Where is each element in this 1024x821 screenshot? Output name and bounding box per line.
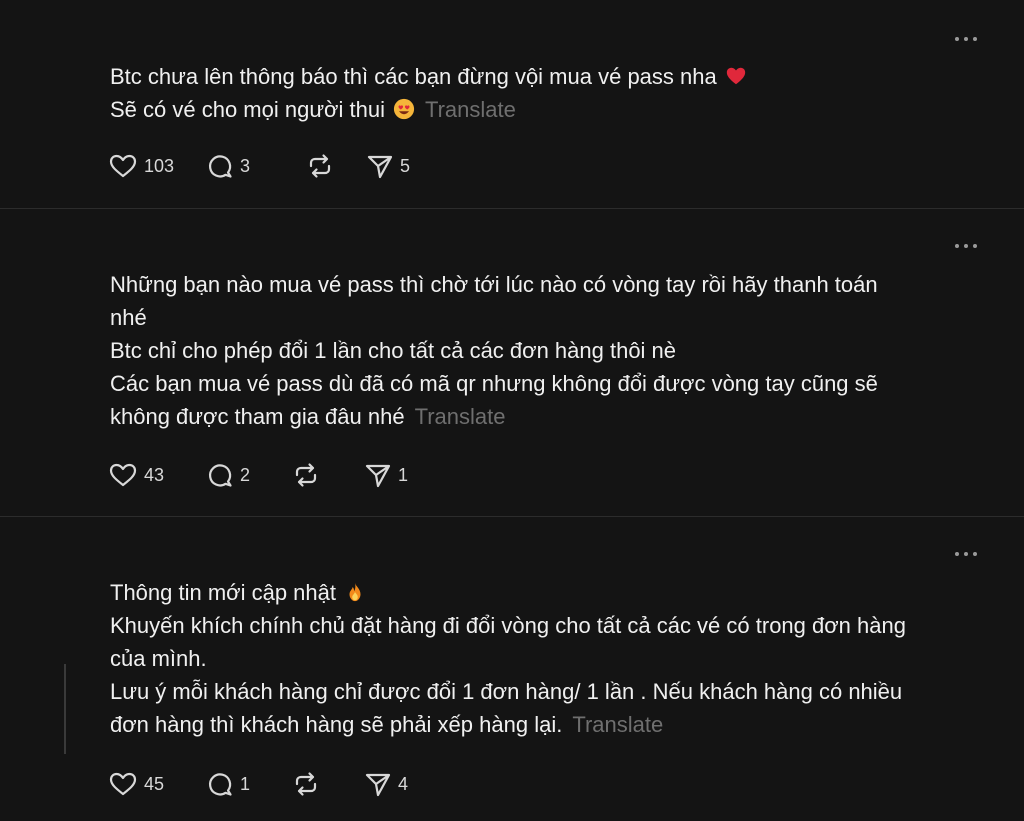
reply-button[interactable]: 1 <box>206 771 292 797</box>
like-count: 43 <box>144 464 165 485</box>
repost-button[interactable] <box>292 771 364 797</box>
like-button[interactable]: 45 <box>108 771 206 797</box>
reply-count: 1 <box>240 773 251 794</box>
translate-link[interactable]: Translate <box>415 404 506 429</box>
send-icon <box>367 155 393 179</box>
repost-button[interactable] <box>306 153 366 179</box>
more-dot <box>973 37 977 41</box>
post-3: Thông tin mới cập nhật Khuyến khích chín… <box>0 516 1024 821</box>
more-dot <box>955 37 959 41</box>
post-line: Btc chưa lên thông báo thì các bạn đừng … <box>110 60 980 93</box>
post-line: Thông tin mới cập nhật <box>110 576 980 609</box>
share-count: 5 <box>400 155 411 176</box>
post-line: Khuyến khích chính chủ đặt hàng đi đổi v… <box>110 613 906 638</box>
translate-link[interactable]: Translate <box>425 97 516 122</box>
post-line: Sẽ có vé cho mọi người thui Translate <box>110 97 516 122</box>
more-dot <box>973 552 977 556</box>
share-count: 1 <box>398 464 409 485</box>
share-count: 4 <box>398 773 409 794</box>
post-1: Btc chưa lên thông báo thì các bạn đừng … <box>0 0 1024 208</box>
post-line: của mình. <box>110 646 207 671</box>
more-options-button[interactable] <box>954 33 978 45</box>
post-actions: 43 2 1 <box>108 460 408 490</box>
send-icon <box>365 773 391 797</box>
more-options-button[interactable] <box>954 240 978 252</box>
post-actions: 45 1 4 <box>108 769 408 799</box>
translate-link[interactable]: Translate <box>572 712 663 737</box>
repost-button[interactable] <box>292 462 364 488</box>
more-options-button[interactable] <box>954 548 978 560</box>
repost-icon <box>295 463 317 487</box>
share-button[interactable]: 4 <box>364 771 408 797</box>
post-line: Các bạn mua vé pass dù đã có mã qr nhưng… <box>110 371 878 396</box>
post-line: Lưu ý mỗi khách hàng chỉ được đổi 1 đơn … <box>110 679 903 704</box>
send-icon <box>365 464 391 488</box>
post-line: nhé <box>110 305 147 330</box>
post-text: Thông tin mới cập nhật Khuyến khích chín… <box>110 576 980 741</box>
like-button[interactable]: 103 <box>108 153 206 179</box>
heart-icon <box>109 154 137 178</box>
post-actions: 103 3 5 <box>108 151 410 181</box>
more-dot <box>964 37 968 41</box>
like-button[interactable]: 43 <box>108 462 206 488</box>
fire-emoji <box>349 582 361 602</box>
post-line: không được tham gia đâu nhé Translate <box>110 404 506 429</box>
like-count: 45 <box>144 773 165 794</box>
post-line: đơn hàng thì khách hàng sẽ phải xếp hàng… <box>110 712 664 737</box>
post-text: Những bạn nào mua vé pass thì chờ tới lú… <box>110 268 980 433</box>
red-heart-emoji <box>726 67 745 85</box>
reply-count: 2 <box>240 464 251 485</box>
more-dot <box>973 244 977 248</box>
comment-icon <box>209 464 232 487</box>
reply-count: 3 <box>240 155 251 176</box>
comment-icon <box>209 773 232 796</box>
reply-button[interactable]: 3 <box>206 153 306 179</box>
post-2: Những bạn nào mua vé pass thì chờ tới lú… <box>0 208 1024 516</box>
share-button[interactable]: 5 <box>366 153 410 179</box>
more-dot <box>964 244 968 248</box>
heart-eyes-emoji <box>393 98 415 120</box>
reply-button[interactable]: 2 <box>206 462 292 488</box>
more-dot <box>955 552 959 556</box>
more-dot <box>964 552 968 556</box>
comment-icon <box>209 155 232 178</box>
heart-icon <box>109 772 137 796</box>
share-button[interactable]: 1 <box>364 462 408 488</box>
post-text: Btc chưa lên thông báo thì các bạn đừng … <box>110 60 980 126</box>
post-line: Những bạn nào mua vé pass thì chờ tới lú… <box>110 272 878 297</box>
heart-icon <box>109 463 137 487</box>
more-dot <box>955 244 959 248</box>
post-line: Btc chỉ cho phép đổi 1 lần cho tất cả cá… <box>110 338 677 363</box>
repost-icon <box>295 772 317 796</box>
like-count: 103 <box>144 155 175 176</box>
repost-icon <box>309 154 331 178</box>
